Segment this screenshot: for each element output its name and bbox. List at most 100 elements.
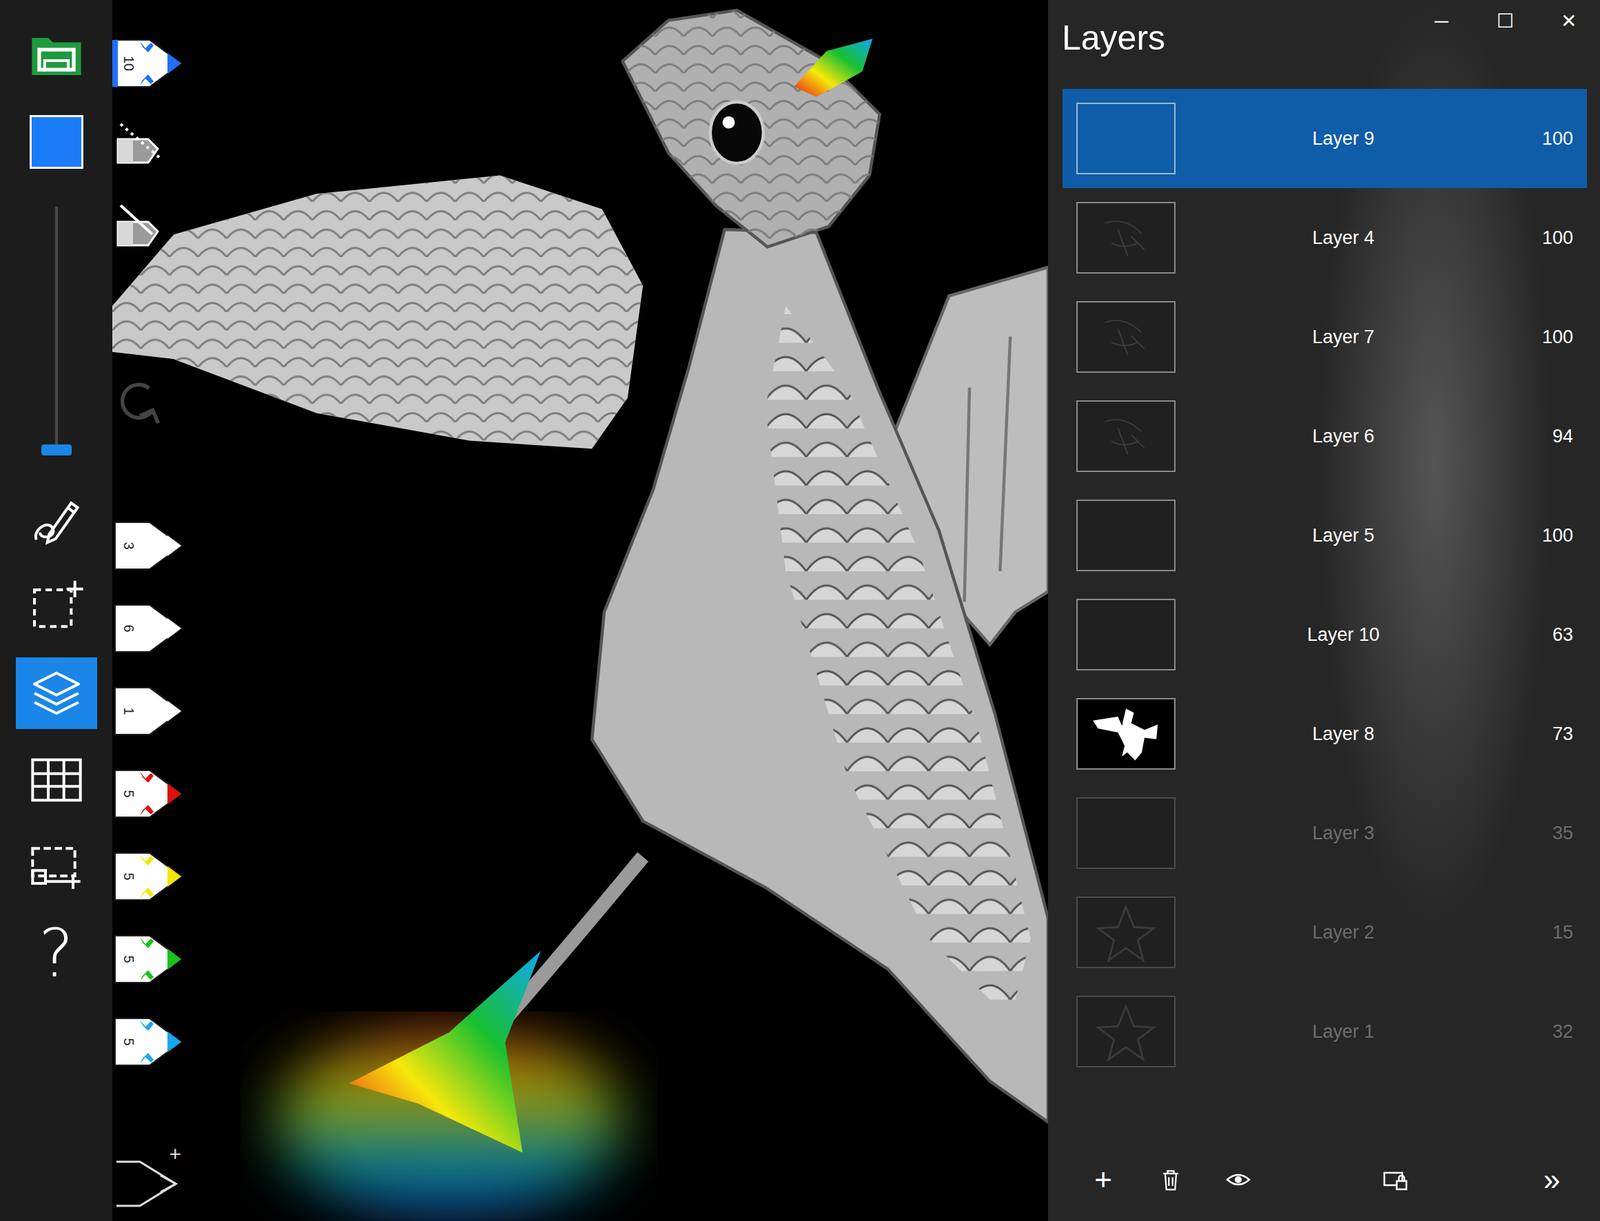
layer-name: Layer 3 <box>1175 819 1512 848</box>
layers-icon <box>28 665 85 721</box>
pen-preset[interactable]: 6 <box>112 600 184 656</box>
redo-area <box>112 283 190 519</box>
layer-name: Layer 2 <box>1175 918 1512 947</box>
layer-thumbnail <box>1076 995 1176 1068</box>
layer-name: Layer 5 <box>1175 521 1512 550</box>
layer-thumbnail <box>1076 797 1176 869</box>
layer-opacity: 32 <box>1511 1017 1587 1046</box>
pen-mode[interactable] <box>15 483 98 556</box>
expand-glyph: » <box>1543 1164 1561 1195</box>
help-icon: ? <box>38 920 74 987</box>
help-button[interactable]: ? <box>15 917 98 990</box>
folder-icon <box>28 32 85 78</box>
add-screen-button[interactable] <box>15 831 98 903</box>
layer-opacity: 94 <box>1511 422 1587 451</box>
layer-name: Layer 6 <box>1175 422 1512 451</box>
layer-thumbnail <box>1076 400 1176 473</box>
layer-row[interactable]: Layer 4100 <box>1062 188 1587 288</box>
toggle-visibility-button[interactable] <box>1210 1152 1266 1208</box>
size-slider[interactable] <box>15 192 98 469</box>
pen-preset[interactable]: 10 <box>112 35 184 91</box>
layer-thumbnail <box>1076 499 1176 572</box>
layer-name: Layer 7 <box>1175 323 1512 352</box>
layer-thumbnail <box>1076 698 1176 770</box>
panel-title: Layers <box>1061 0 1166 58</box>
dragon-artwork <box>112 0 1049 1221</box>
eraser-preset[interactable] <box>112 201 184 257</box>
expand-panel-button[interactable]: » <box>1524 1152 1580 1208</box>
pen-size: 5 <box>120 1032 138 1052</box>
add-pen-plus: + <box>168 1143 182 1165</box>
redo-icon <box>112 373 168 429</box>
layer-row[interactable]: Layer 694 <box>1062 386 1587 486</box>
pen-size: 6 <box>120 618 138 639</box>
pen-preset[interactable]: 5 <box>112 766 184 822</box>
layer-opacity: 100 <box>1511 124 1587 153</box>
layer-thumbnail <box>1076 598 1176 671</box>
add-glyph: + <box>1094 1164 1113 1195</box>
layer-name: Layer 10 <box>1175 620 1512 650</box>
minimize-button[interactable]: ─ <box>1409 0 1474 43</box>
open-file[interactable] <box>15 19 98 91</box>
layers-button[interactable] <box>15 657 98 730</box>
layer-name: Layer 4 <box>1175 223 1512 253</box>
layer-row[interactable]: Layer 5100 <box>1062 485 1587 586</box>
layer-opacity: 73 <box>1511 720 1587 749</box>
layer-opacity: 63 <box>1511 620 1587 650</box>
layer-name: Layer 1 <box>1175 1017 1512 1046</box>
add-pen-button[interactable]: + <box>112 1147 184 1210</box>
layer-name: Layer 8 <box>1175 720 1512 749</box>
main-toolbar: ? <box>0 0 113 1221</box>
layer-list: Layer 9100Layer 4100Layer 7100Layer 694L… <box>1048 88 1600 1082</box>
selection-tool[interactable] <box>15 570 98 643</box>
layer-opacity: 100 <box>1511 323 1587 352</box>
close-button[interactable]: ✕ <box>1536 0 1600 43</box>
pen-preset[interactable]: 1 <box>112 683 184 739</box>
drawing-canvas[interactable]: 10 3 6 1 5 5 5 5 + <box>112 0 1049 1221</box>
layer-opacity: 100 <box>1511 521 1587 550</box>
layer-row[interactable]: Layer 7100 <box>1062 287 1587 387</box>
layer-thumbnail <box>1076 896 1176 969</box>
delete-icon <box>1158 1167 1184 1193</box>
pen-preset[interactable]: 5 <box>112 1014 184 1070</box>
layer-row[interactable]: Layer 335 <box>1062 783 1587 883</box>
panel-header: Layers ─☐✕ <box>1048 0 1600 89</box>
slider-track[interactable] <box>55 206 58 455</box>
layer-thumbnail <box>1076 201 1176 274</box>
layer-opacity: 15 <box>1511 918 1587 947</box>
pen-icon <box>28 491 85 548</box>
pen-size: 5 <box>120 866 138 887</box>
layer-row[interactable]: Layer 132 <box>1062 981 1587 1082</box>
visibility-icon <box>1224 1165 1253 1194</box>
eraser-preset[interactable] <box>112 118 184 174</box>
pen-size: 5 <box>120 784 138 804</box>
eraser-icon <box>112 201 184 257</box>
grid-button[interactable] <box>15 744 98 816</box>
add-layer-button[interactable]: + <box>1075 1152 1131 1208</box>
color-swatch[interactable] <box>29 115 84 169</box>
pen-size: 3 <box>120 536 138 556</box>
lock-icon <box>1381 1165 1410 1194</box>
layer-opacity: 100 <box>1511 223 1587 253</box>
slider-thumb[interactable] <box>41 444 72 456</box>
layer-thumbnail <box>1076 301 1176 373</box>
pen-size: 5 <box>120 949 138 969</box>
layer-row[interactable]: Layer 215 <box>1062 882 1587 982</box>
delete-layer-button[interactable] <box>1143 1152 1199 1208</box>
drawing-app: ? 103615555+ Layers─☐✕Layer 9100Layer 41… <box>0 0 1600 1221</box>
grid-icon <box>28 752 85 808</box>
pen-preset[interactable]: 5 <box>112 931 184 987</box>
screen-icon <box>28 839 85 895</box>
color-picker[interactable] <box>15 106 98 178</box>
maximize-button[interactable]: ☐ <box>1473 0 1537 43</box>
window-controls: ─☐✕ <box>1409 0 1600 43</box>
layer-opacity: 35 <box>1511 819 1587 848</box>
layer-settings-button[interactable] <box>1367 1152 1423 1208</box>
pen-preset[interactable]: 5 <box>112 848 184 905</box>
pen-size: 10 <box>120 53 138 74</box>
layer-row[interactable]: Layer 9100 <box>1062 88 1587 189</box>
layer-row[interactable]: Layer 1063 <box>1062 585 1587 685</box>
pen-preset[interactable]: 3 <box>112 518 184 574</box>
eraser-icon <box>112 118 184 174</box>
layer-row[interactable]: Layer 873 <box>1062 684 1587 784</box>
